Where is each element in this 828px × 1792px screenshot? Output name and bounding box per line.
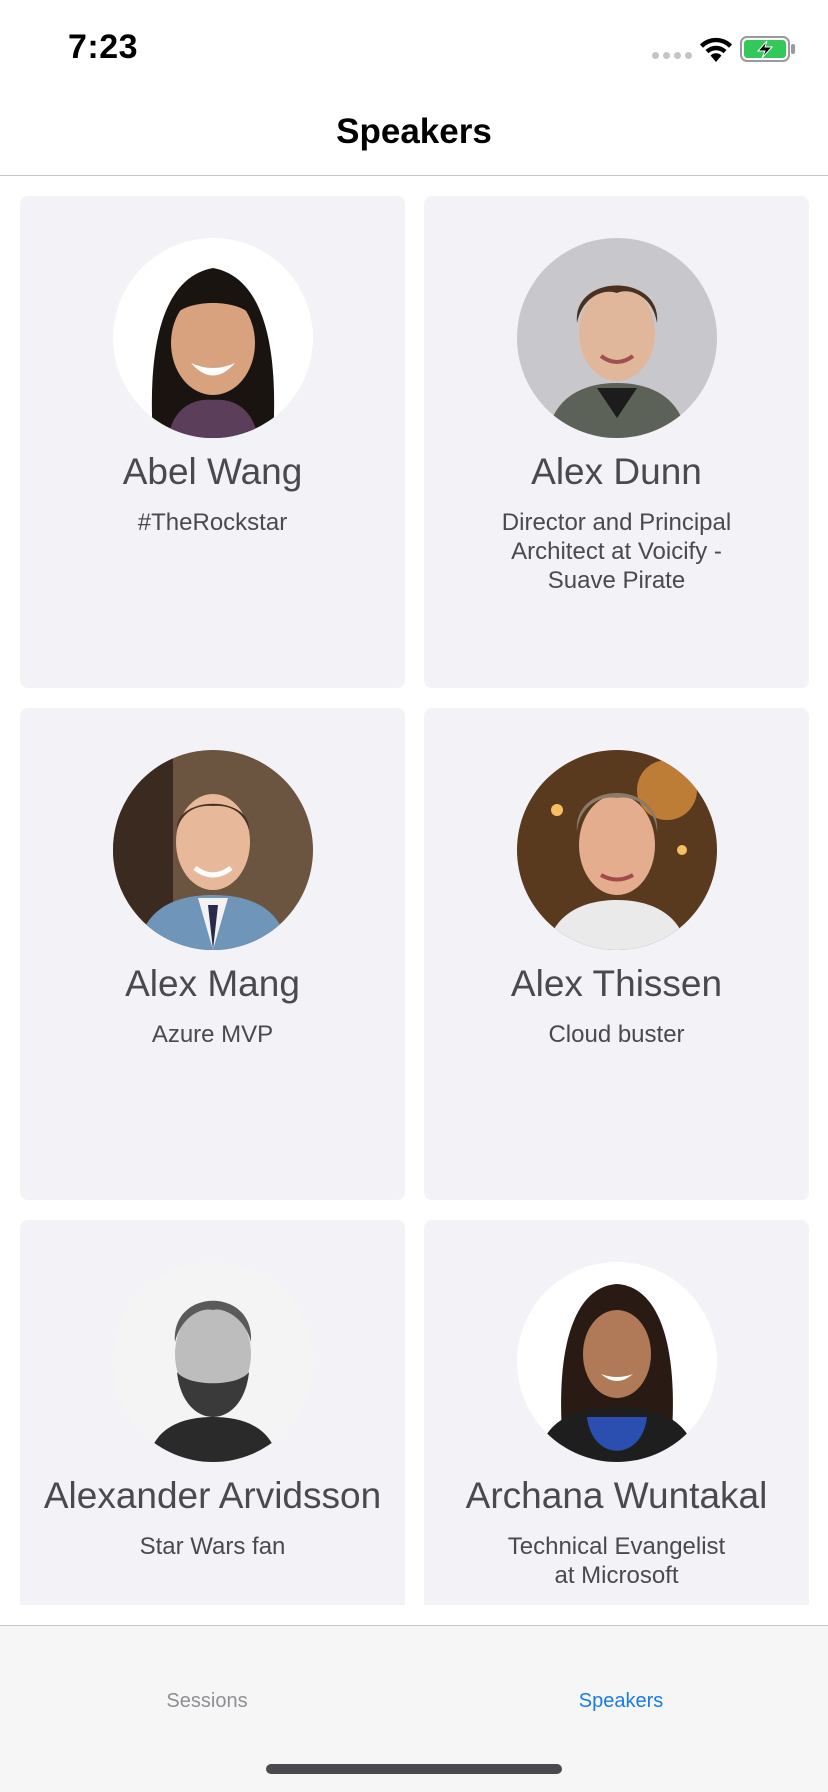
- battery-charging-icon: [740, 36, 795, 62]
- nav-header: Speakers: [0, 100, 828, 176]
- status-time: 7:23: [68, 28, 139, 66]
- speaker-avatar: [516, 1262, 717, 1462]
- speaker-name: Abel Wang: [122, 451, 303, 492]
- speaker-avatar: [112, 238, 313, 438]
- speakers-grid[interactable]: Abel Wang #TheRockstar Alex Dunn Directo…: [0, 177, 828, 1605]
- speaker-avatar: [112, 750, 313, 950]
- speaker-name: Alex Mang: [125, 963, 300, 1004]
- speaker-title: Technical Evangelist at Microsoft: [507, 1533, 726, 1589]
- speaker-card[interactable]: Archana Wuntakal Technical Evangelist at…: [424, 1220, 809, 1605]
- speaker-card[interactable]: Alex Dunn Director and Principal Archite…: [424, 196, 809, 688]
- speaker-avatar: [112, 1262, 313, 1462]
- status-bar: 7:23: [0, 0, 828, 100]
- speaker-card[interactable]: Alex Thissen Cloud buster: [424, 708, 809, 1200]
- speaker-title: #TheRockstar: [137, 509, 288, 536]
- app-screen: 7:23 Speakers Abel Wang #TheRockstar Ale…: [0, 0, 828, 1792]
- speaker-card[interactable]: Alexander Arvidsson Star Wars fan: [20, 1220, 405, 1605]
- speaker-avatar: [516, 750, 717, 950]
- tab-speakers[interactable]: Speakers: [414, 1626, 828, 1746]
- cellular-dots-icon: [652, 52, 692, 59]
- speaker-title: Azure MVP: [151, 1021, 274, 1048]
- wifi-icon: [700, 37, 732, 62]
- page-title: Speakers: [336, 111, 492, 151]
- speaker-avatar: [516, 238, 717, 438]
- speaker-card[interactable]: Alex Mang Azure MVP: [20, 708, 405, 1200]
- speaker-card[interactable]: Abel Wang #TheRockstar: [20, 196, 405, 688]
- speaker-title: Director and Principal Architect at Voic…: [501, 509, 732, 594]
- speaker-title: Star Wars fan: [139, 1533, 286, 1560]
- speaker-name: Alex Dunn: [531, 451, 702, 492]
- home-indicator[interactable]: [266, 1764, 562, 1774]
- speaker-title: Cloud buster: [548, 1021, 685, 1048]
- speaker-name: Alexander Arvidsson: [43, 1475, 382, 1516]
- speaker-name: Archana Wuntakal: [465, 1475, 768, 1516]
- tab-sessions[interactable]: Sessions: [0, 1626, 414, 1746]
- speaker-name: Alex Thissen: [510, 963, 723, 1004]
